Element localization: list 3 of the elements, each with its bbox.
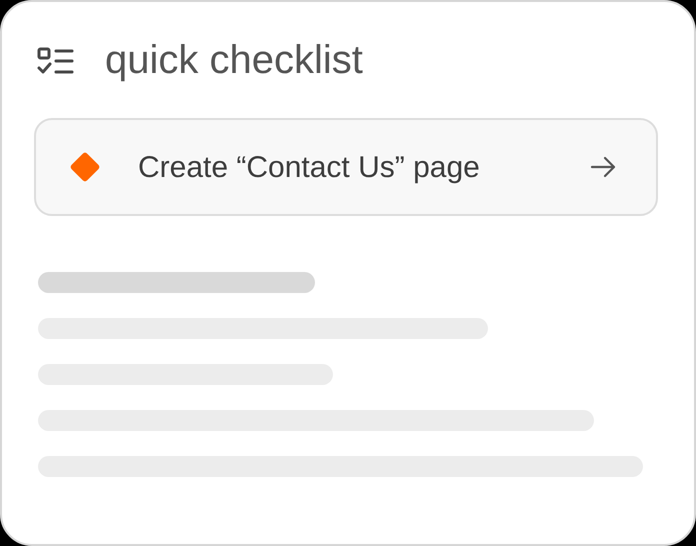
arrow-right-icon: [590, 156, 616, 178]
checklist-title: quick checklist: [105, 40, 363, 84]
task-item[interactable]: Create “Contact Us” page: [34, 118, 658, 216]
